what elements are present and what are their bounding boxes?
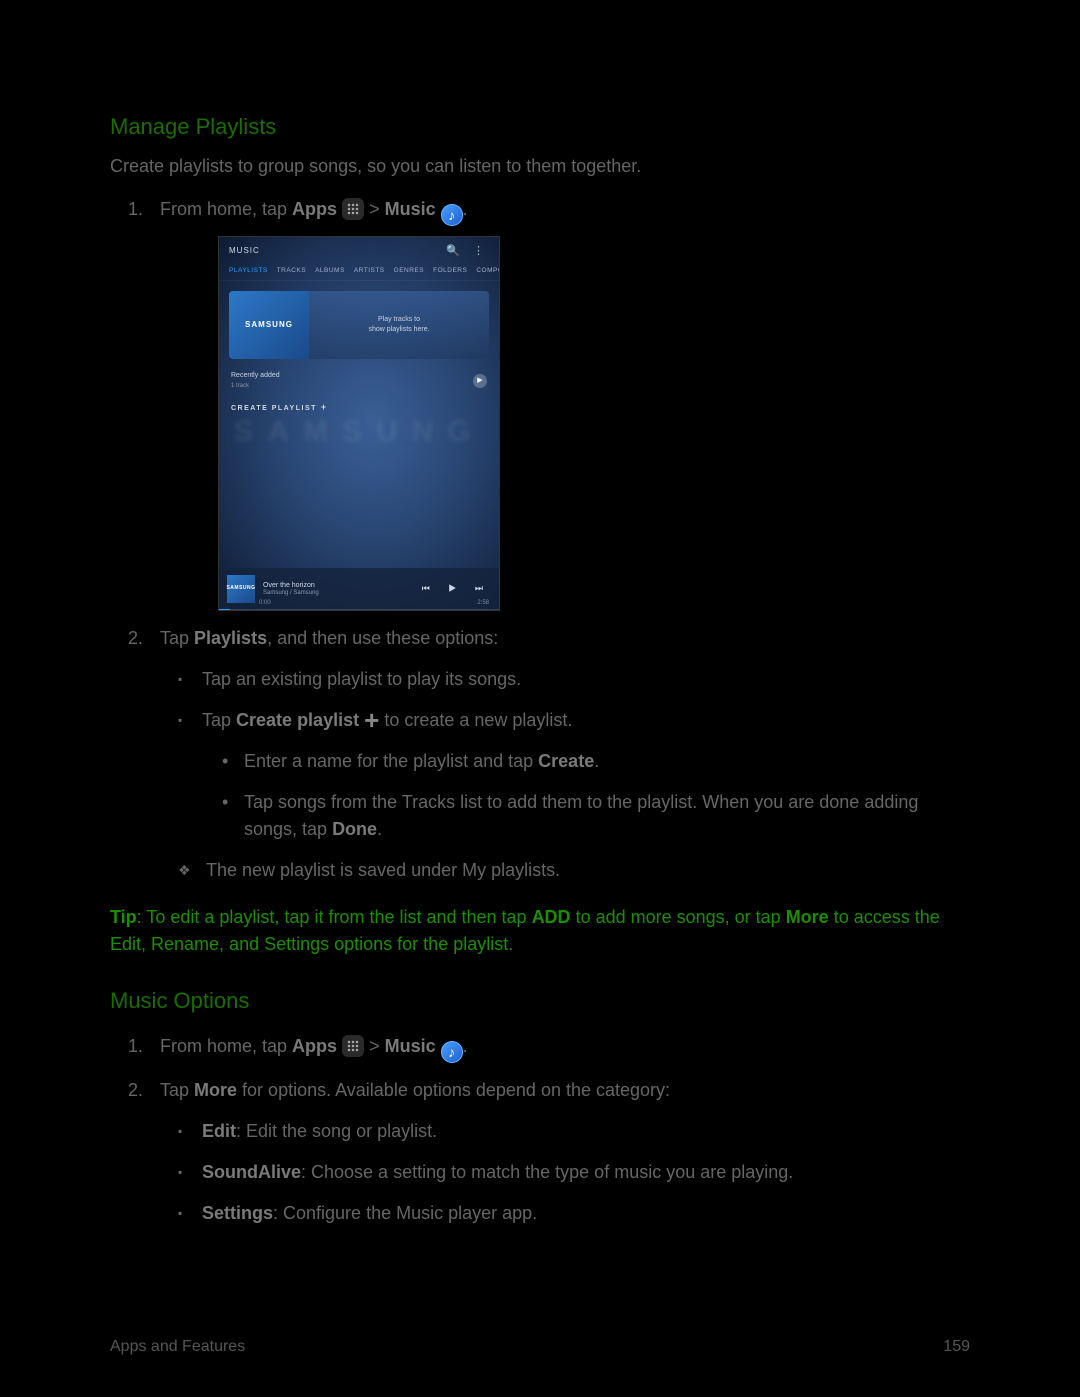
music-icon [441, 204, 463, 226]
opt-step-1: From home, tap Apps > Music . [110, 1033, 970, 1063]
step-2: Tap Playlists, and then use these option… [110, 625, 970, 884]
album-art: SAMSUNG [227, 575, 255, 603]
progress-bar [219, 609, 499, 610]
page-number: 159 [943, 1335, 970, 1359]
apps-icon [342, 1035, 364, 1057]
shot-app-title: MUSIC [229, 245, 260, 257]
shot-tabs: PLAYLISTS TRACKS ALBUMS ARTISTS GENRES F… [219, 266, 499, 282]
music-icon [441, 1041, 463, 1063]
bullet-saved: The new playlist is saved under My playl… [160, 857, 970, 884]
player-controls: ⏮ ▶ ⏭ [422, 582, 491, 596]
time-current: 0:00 [259, 599, 271, 608]
opt-edit: Edit: Edit the song or playlist. [160, 1118, 970, 1145]
plus-icon: + [364, 705, 379, 735]
opt-step-2: Tap More for options. Available options … [110, 1077, 970, 1227]
music-app-screenshot: MUSIC 🔍 ⋮ PLAYLISTS TRACKS ALBUMS ARTIST… [218, 236, 500, 611]
opt-soundalive: SoundAlive: Choose a setting to match th… [160, 1159, 970, 1186]
apps-icon [342, 198, 364, 220]
time-total: 2:58 [477, 599, 489, 608]
sub-tap-songs: Tap songs from the Tracks list to add th… [202, 789, 970, 843]
play-icon: ▶ [473, 374, 487, 388]
section-title-options: Music Options [110, 984, 970, 1017]
shot-watermark: SAMSUNG [219, 409, 499, 454]
bullet-existing: Tap an existing playlist to play its son… [160, 666, 970, 693]
intro-text: Create playlists to group songs, so you … [110, 153, 970, 180]
bullet-create: Tap Create playlist + to create a new pl… [160, 707, 970, 843]
tip-paragraph: Tip: To edit a playlist, tap it from the… [110, 904, 970, 958]
step-1: From home, tap Apps > Music . MUSIC 🔍 ⋮ … [110, 196, 970, 611]
shot-recently-added: Recently added 1 track ▶ [219, 369, 499, 393]
opt-settings: Settings: Configure the Music player app… [160, 1200, 970, 1227]
section-title-playlists: Manage Playlists [110, 110, 970, 143]
sub-enter-name: Enter a name for the playlist and tap Cr… [202, 748, 970, 775]
shot-search-menu-icons: 🔍 ⋮ [446, 243, 489, 260]
footer-left: Apps and Features [110, 1335, 245, 1359]
shot-hero-card: SAMSUNG Play tracks to show playlists he… [229, 291, 489, 359]
